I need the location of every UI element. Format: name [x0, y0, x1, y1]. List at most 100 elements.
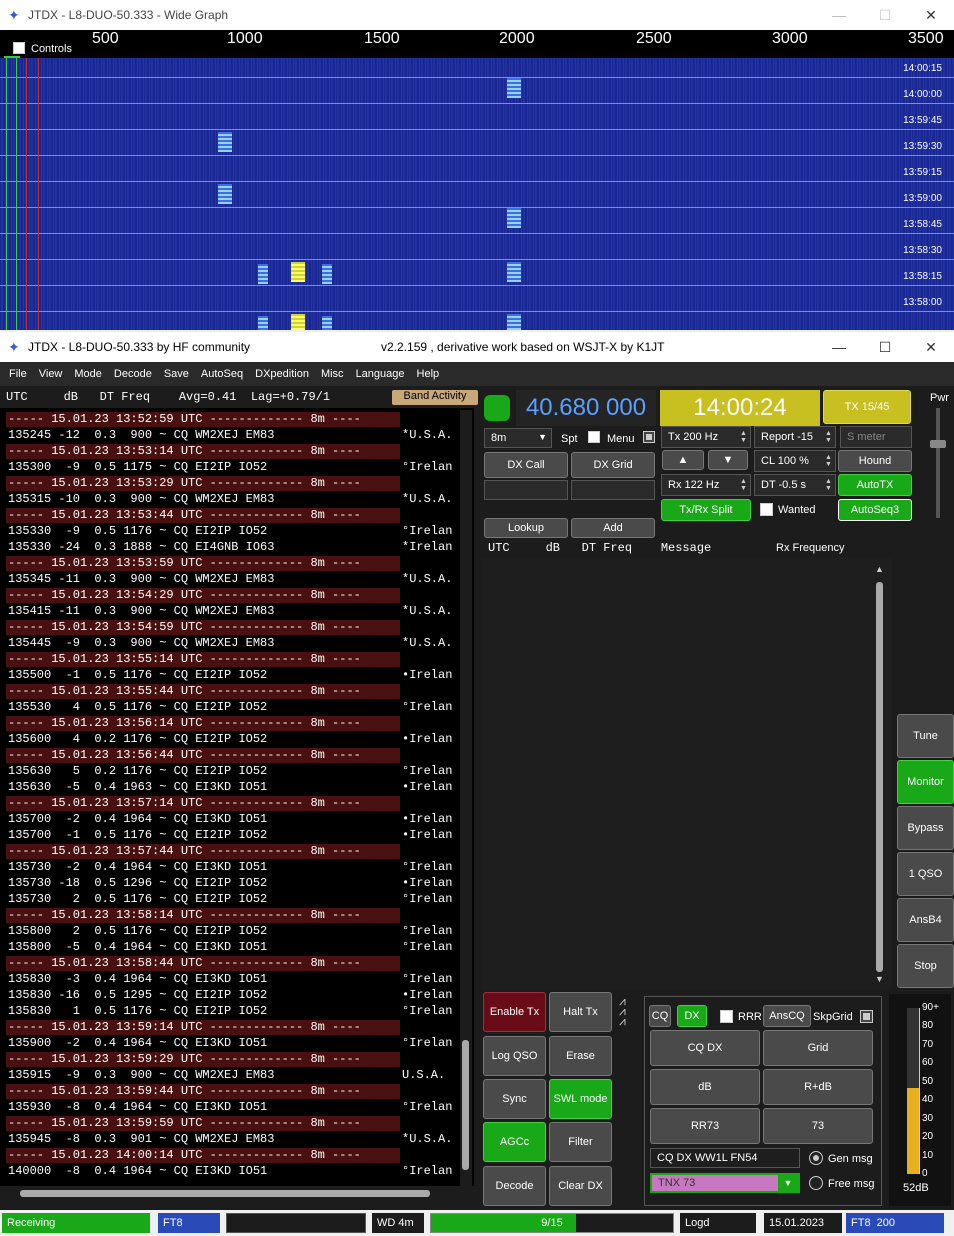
tune-button[interactable]: Tune: [897, 714, 954, 758]
menu-decode[interactable]: Decode: [108, 368, 158, 380]
halt-tx-button[interactable]: Halt Tx: [549, 992, 612, 1032]
monitor-button[interactable]: Monitor: [897, 760, 954, 804]
controls-checkbox[interactable]: [13, 42, 25, 54]
autoseq3-button[interactable]: AutoSeq3: [838, 499, 912, 521]
decode-line[interactable]: 135700 -1 0.5 1176 ~ CQ EI2IP IO52: [8, 828, 267, 844]
chevron-down-icon[interactable]: ▼: [778, 1175, 798, 1191]
decode-line[interactable]: 135945 -8 0.3 901 ~ CQ WM2XEJ EM83: [8, 1132, 274, 1148]
report-spinbox[interactable]: Report -15 ▲ ▼: [754, 426, 836, 448]
free-message-field[interactable]: TNX 73 ▼: [650, 1173, 800, 1193]
decode-button[interactable]: Decode: [483, 1166, 546, 1206]
decode-line[interactable]: 135245 -12 0.3 900 ~ CQ WM2XEJ EM83: [8, 428, 274, 444]
waterfall[interactable]: Controls 500 1000 1500 2000 2500 3000 35…: [0, 30, 954, 330]
agcc-button[interactable]: AGCc: [483, 1122, 546, 1162]
decode-line[interactable]: 135800 -5 0.4 1964 ~ CQ EI3KD IO51: [8, 940, 267, 956]
spt-checkbox[interactable]: [588, 431, 600, 443]
minimize-icon[interactable]: —: [816, 0, 862, 30]
decode-line[interactable]: 135730 -2 0.4 1964 ~ CQ EI3KD IO51: [8, 860, 267, 876]
menu-language[interactable]: Language: [350, 368, 411, 380]
db-button[interactable]: dB: [650, 1069, 760, 1105]
decode-line[interactable]: 135500 -1 0.5 1176 ~ CQ EI2IP IO52: [8, 668, 267, 684]
add-button[interactable]: Add: [571, 518, 655, 538]
bypass-button[interactable]: Bypass: [897, 806, 954, 850]
erase-button[interactable]: Erase: [549, 1036, 612, 1076]
skpgrid-checkbox[interactable]: [860, 1010, 873, 1023]
stop-button[interactable]: Stop: [897, 944, 954, 988]
dx-button[interactable]: DX: [677, 1005, 707, 1027]
decode-line[interactable]: 135300 -9 0.5 1175 ~ CQ EI2IP IO52: [8, 460, 267, 476]
decode-line[interactable]: 135530 4 0.5 1176 ~ CQ EI2IP IO52: [8, 700, 267, 716]
minimize-icon[interactable]: —: [816, 332, 862, 362]
anscq-button[interactable]: AnsCQ: [763, 1005, 811, 1027]
decode-line[interactable]: 135730 2 0.5 1176 ~ CQ EI2IP IO52: [8, 892, 267, 908]
gen-msg-radio[interactable]: [809, 1151, 823, 1165]
maximize-icon[interactable]: ☐: [862, 0, 908, 30]
cq-dx-button[interactable]: CQ DX: [650, 1030, 760, 1066]
decode-line[interactable]: 135830 1 0.5 1176 ~ CQ EI2IP IO52: [8, 1004, 267, 1020]
decode-line[interactable]: 135445 -9 0.3 900 ~ CQ WM2XEJ EM83: [8, 636, 274, 652]
decode-line[interactable]: 135930 -8 0.4 1964 ~ CQ EI3KD IO51: [8, 1100, 267, 1116]
dx-call-input[interactable]: [484, 480, 568, 500]
menu-mode[interactable]: Mode: [68, 368, 108, 380]
pwr-slider[interactable]: [930, 408, 946, 518]
smeter-field[interactable]: S meter: [840, 426, 912, 448]
log-qso-button[interactable]: Log QSO: [483, 1036, 546, 1076]
rx-freq-spinbox[interactable]: Rx 122 Hz ▲ ▼: [661, 474, 751, 496]
maximize-icon[interactable]: ☐: [862, 332, 908, 362]
decode-line[interactable]: 135415 -11 0.3 900 ~ CQ WM2XEJ EM83: [8, 604, 274, 620]
decode-line[interactable]: 135345 -11 0.3 900 ~ CQ WM2XEJ EM83: [8, 572, 274, 588]
arrow-up-icon[interactable]: ▲: [662, 450, 704, 470]
tx-order-icons[interactable]: ⩘ ⩘ ⩘: [619, 995, 641, 1027]
band-select[interactable]: 8m ▼: [484, 428, 552, 448]
menu-misc[interactable]: Misc: [315, 368, 350, 380]
lookup-button[interactable]: Lookup: [484, 518, 568, 538]
seventy-three-button[interactable]: 73: [763, 1108, 873, 1144]
decode-line[interactable]: 135700 -2 0.4 1964 ~ CQ EI3KD IO51: [8, 812, 267, 828]
cl-spinbox[interactable]: CL 100 % ▲ ▼: [754, 450, 836, 472]
menu-checkbox[interactable]: [643, 431, 655, 443]
hound-button[interactable]: Hound: [838, 450, 912, 472]
decode-line[interactable]: 140000 -8 0.4 1964 ~ CQ EI3KD IO51: [8, 1164, 267, 1180]
tx-period-button[interactable]: TX 15/45: [823, 390, 911, 424]
rrr-checkbox[interactable]: [720, 1010, 733, 1023]
arrow-down-icon[interactable]: ▼: [708, 450, 748, 470]
swl-mode-button[interactable]: SWL mode: [549, 1079, 612, 1119]
enable-tx-button[interactable]: Enable Tx: [483, 992, 546, 1032]
decode-line[interactable]: 135830 -3 0.4 1964 ~ CQ EI3KD IO51: [8, 972, 267, 988]
generated-message-field[interactable]: CQ DX WW1L FN54: [650, 1148, 800, 1168]
r-db-button[interactable]: R+dB: [763, 1069, 873, 1105]
rx-frequency-list[interactable]: ▲ ▼: [482, 558, 892, 990]
tx-freq-spinbox[interactable]: Tx 200 Hz ▲ ▼: [661, 426, 751, 448]
clear-dx-button[interactable]: Clear DX: [549, 1166, 612, 1206]
decode-line[interactable]: 135900 -2 0.4 1964 ~ CQ EI3KD IO51: [8, 1036, 267, 1052]
band-activity-scrollbar[interactable]: [460, 410, 472, 1188]
decode-line[interactable]: 135330 -9 0.5 1176 ~ CQ EI2IP IO52: [8, 524, 267, 540]
dx-call-button[interactable]: DX Call: [484, 452, 568, 478]
sync-button[interactable]: Sync: [483, 1079, 546, 1119]
decode-line[interactable]: 135330 -24 0.3 1888 ~ CQ EI4GNB IO63: [8, 540, 274, 556]
cq-button[interactable]: CQ: [649, 1005, 671, 1027]
close-icon[interactable]: ✕: [908, 332, 954, 362]
grid-button[interactable]: Grid: [763, 1030, 873, 1066]
menu-save[interactable]: Save: [158, 368, 195, 380]
decode-line[interactable]: 135630 -5 0.4 1963 ~ CQ EI3KD IO51: [8, 780, 267, 796]
rx-scrollbar[interactable]: ▲ ▼: [874, 562, 886, 986]
band-activity-hscroll[interactable]: [0, 1188, 462, 1200]
ansb4-button[interactable]: AnsB4: [897, 898, 954, 942]
menu-help[interactable]: Help: [411, 368, 446, 380]
filter-button[interactable]: Filter: [549, 1122, 612, 1162]
decode-line[interactable]: 135630 5 0.2 1176 ~ CQ EI2IP IO52: [8, 764, 267, 780]
pwr-slider-handle[interactable]: [930, 440, 946, 448]
close-icon[interactable]: ✕: [908, 0, 954, 30]
autotx-button[interactable]: AutoTX: [838, 474, 912, 496]
decode-line[interactable]: 135800 2 0.5 1176 ~ CQ EI2IP IO52: [8, 924, 267, 940]
decode-line[interactable]: 135915 -9 0.3 900 ~ CQ WM2XEJ EM83: [8, 1068, 274, 1084]
band-activity-list[interactable]: ----- 15.01.23 13:52:59 UTC ------------…: [0, 408, 474, 1186]
dx-grid-button[interactable]: DX Grid: [571, 452, 655, 478]
wanted-checkbox[interactable]: [760, 503, 773, 516]
menu-autoseq[interactable]: AutoSeq: [195, 368, 249, 380]
dx-grid-input[interactable]: [571, 480, 655, 500]
menu-file[interactable]: File: [0, 368, 33, 380]
dt-spinbox[interactable]: DT -0.5 s ▲ ▼: [754, 474, 836, 496]
one-qso-button[interactable]: 1 QSO: [897, 852, 954, 896]
